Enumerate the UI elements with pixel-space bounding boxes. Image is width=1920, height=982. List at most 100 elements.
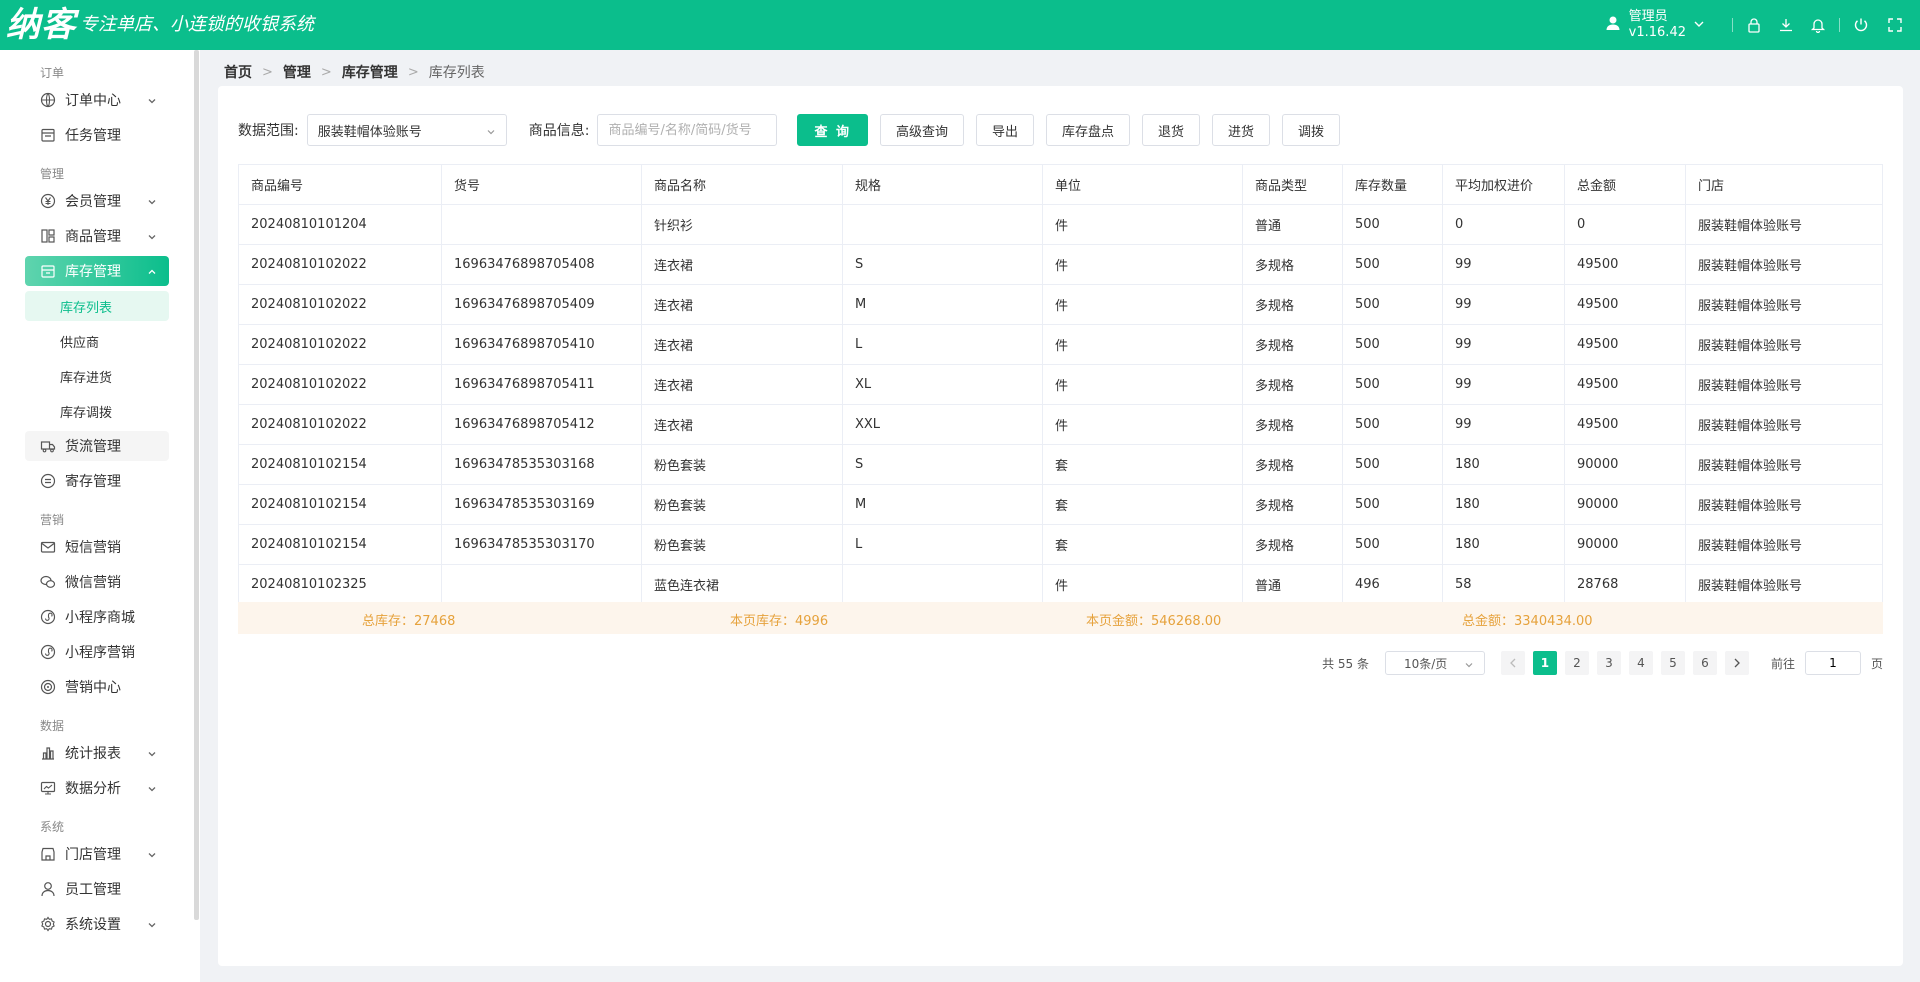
table-cell: 0 bbox=[1443, 205, 1565, 244]
chevron-down-icon bbox=[147, 782, 157, 798]
table-cell: XL bbox=[843, 365, 1043, 404]
download-icon[interactable] bbox=[1775, 14, 1797, 36]
page-button[interactable]: 5 bbox=[1660, 651, 1685, 675]
export-button[interactable]: 导出 bbox=[975, 114, 1034, 146]
lock-icon[interactable] bbox=[1743, 14, 1765, 36]
table-cell: 28768 bbox=[1565, 565, 1686, 604]
table-row[interactable]: 20240810102154 16963478535303169 粉色套装 M 套多规格… bbox=[239, 485, 1882, 525]
advanced-query-button[interactable]: 高级查询 bbox=[879, 114, 964, 146]
page-button[interactable]: 6 bbox=[1692, 651, 1717, 675]
sidebar-item-mini-mall[interactable]: 小程序商城 bbox=[25, 602, 169, 632]
breadcrumb: 首页 > 管理 > 库存管理 > 库存列表 bbox=[224, 62, 485, 82]
purchase-button[interactable]: 进货 bbox=[1212, 114, 1271, 146]
sidebar-item-wechat[interactable]: 微信营销 bbox=[25, 567, 169, 597]
table-cell: 99 bbox=[1443, 285, 1565, 324]
filter-bar: 数据范围: 服装鞋帽体验账号 商品信息: 查 询 高级查询 导出 库存盘点 退货… bbox=[238, 114, 1352, 146]
sidebar-item-settings[interactable]: 系统设置 bbox=[25, 909, 169, 939]
table-cell: 16963478535303170 bbox=[442, 525, 642, 564]
goods-info-input[interactable] bbox=[597, 114, 778, 146]
chevron-down-icon bbox=[147, 195, 157, 211]
table-row[interactable]: 20240810102154 16963478535303168 粉色套装 S 套多规格… bbox=[239, 445, 1882, 485]
table-cell: 服装鞋帽体验账号 bbox=[1698, 299, 1803, 314]
table-cell: 99 bbox=[1443, 325, 1565, 364]
table-row[interactable]: 20240810102022 16963476898705408 连衣裙 S 件多规格 5… bbox=[239, 245, 1882, 285]
table-cell: 件 bbox=[1043, 405, 1243, 444]
sidebar-item-store[interactable]: 门店管理 bbox=[25, 839, 169, 869]
table-cell: 服装鞋帽体验账号 bbox=[1698, 379, 1803, 394]
group-label-data: 数据 bbox=[40, 719, 65, 733]
sidebar-item-goods[interactable]: 商品管理 bbox=[25, 221, 169, 251]
header-divider bbox=[1732, 18, 1733, 32]
sidebar-item-label: 门店管理 bbox=[65, 847, 121, 863]
table-row[interactable]: 20240810102022 16963476898705411 连衣裙 XL 件多规格… bbox=[239, 365, 1882, 405]
table-cell: 服装鞋帽体验账号 bbox=[1698, 419, 1803, 434]
goto-page: 前往 页 bbox=[1771, 651, 1883, 675]
sidebar-item-sms[interactable]: 短信营销 bbox=[25, 532, 169, 562]
info-label: 商品信息: bbox=[528, 123, 590, 139]
table-cell: 180 bbox=[1443, 525, 1565, 564]
table-cell: 服装鞋帽体验账号 bbox=[1698, 339, 1803, 354]
prev-page-button[interactable] bbox=[1500, 651, 1525, 675]
logo-slogan: 专注单店、小连锁的收银系统 bbox=[80, 14, 314, 35]
transfer-button[interactable]: 调拨 bbox=[1282, 114, 1341, 146]
sidebar-item-member[interactable]: 会员管理 bbox=[25, 186, 169, 216]
range-select[interactable]: 服装鞋帽体验账号 bbox=[306, 114, 507, 146]
sidebar-item-label: 会员管理 bbox=[65, 194, 121, 210]
sidebar-item-order-center[interactable]: 订单中心 bbox=[25, 85, 169, 115]
page-size-select[interactable]: 10条/页 bbox=[1384, 651, 1485, 675]
page-button[interactable]: 1 bbox=[1532, 651, 1557, 675]
sidebar-subitem-stock-transfer[interactable]: 库存调拨 bbox=[25, 396, 169, 426]
table-cell: 件 bbox=[1043, 365, 1243, 404]
chevron-down-icon bbox=[147, 848, 157, 864]
table-cell: 16963478535303168 bbox=[442, 445, 642, 484]
sidebar-item-deposit[interactable]: 寄存管理 bbox=[25, 466, 169, 496]
sidebar-scrollbar[interactable] bbox=[194, 50, 199, 920]
top-header: 纳客 专注单店、小连锁的收银系统 管理员 v1.16.42 bbox=[0, 0, 1920, 50]
table-row[interactable]: 20240810102154 16963478535303170 粉色套装 L 套多规格… bbox=[239, 525, 1882, 565]
table-cell: 件 bbox=[1043, 565, 1243, 604]
table-cell: L bbox=[843, 325, 1043, 364]
table-cell: 58 bbox=[1443, 565, 1565, 604]
table-cell: 16963476898705408 bbox=[442, 245, 642, 284]
table-row[interactable]: 20240810102325 蓝色连衣裙 件普通 496 58 28768 服装鞋帽体验账号 bbox=[239, 565, 1882, 605]
power-icon[interactable] bbox=[1850, 14, 1872, 36]
page-button[interactable]: 4 bbox=[1628, 651, 1653, 675]
next-page-button[interactable] bbox=[1724, 651, 1749, 675]
user-menu[interactable]: 管理员 v1.16.42 bbox=[1605, 9, 1704, 41]
return-button[interactable]: 退货 bbox=[1142, 114, 1201, 146]
table-cell: 49500 bbox=[1565, 365, 1686, 404]
user-info: 管理员 v1.16.42 bbox=[1629, 9, 1686, 41]
sidebar-subitem-supplier[interactable]: 供应商 bbox=[25, 326, 169, 356]
sidebar-item-reports[interactable]: 统计报表 bbox=[25, 738, 169, 768]
table-cell: 服装鞋帽体验账号 bbox=[1698, 219, 1803, 234]
bell-icon[interactable] bbox=[1807, 14, 1829, 36]
sidebar-item-label: 货流管理 bbox=[65, 439, 121, 455]
chevron-down-icon bbox=[1464, 659, 1474, 673]
goto-page-input[interactable] bbox=[1804, 651, 1861, 675]
query-button[interactable]: 查 询 bbox=[797, 114, 868, 146]
sidebar-item-inventory[interactable]: 库存管理 bbox=[25, 256, 169, 286]
breadcrumb-inventory[interactable]: 库存管理 bbox=[342, 62, 398, 82]
table-row[interactable]: 20240810101204 针织衫件普通 500 0 0 服装鞋帽体验账号 bbox=[239, 205, 1882, 245]
miniapp-icon bbox=[39, 643, 57, 661]
sidebar-item-task[interactable]: 任务管理 bbox=[25, 120, 169, 150]
stocktake-button[interactable]: 库存盘点 bbox=[1046, 114, 1131, 146]
table-cell: 180 bbox=[1443, 445, 1565, 484]
sidebar-subitem-stock-purchase[interactable]: 库存进货 bbox=[25, 361, 169, 391]
sidebar-item-analysis[interactable]: 数据分析 bbox=[25, 773, 169, 803]
group-label-system: 系统 bbox=[40, 820, 65, 834]
breadcrumb-manage[interactable]: 管理 bbox=[283, 62, 311, 82]
sidebar-item-staff[interactable]: 员工管理 bbox=[25, 874, 169, 904]
page-button[interactable]: 2 bbox=[1564, 651, 1589, 675]
fullscreen-icon[interactable] bbox=[1884, 14, 1906, 36]
table-row[interactable]: 20240810102022 16963476898705412 连衣裙 XXL 件多规… bbox=[239, 405, 1882, 445]
sidebar-item-logistics[interactable]: 货流管理 bbox=[25, 431, 169, 461]
sidebar-item-mini-marketing[interactable]: 小程序营销 bbox=[25, 637, 169, 667]
sidebar-subitem-inventory-list[interactable]: 库存列表 bbox=[25, 291, 169, 321]
bar-chart-icon bbox=[39, 744, 57, 762]
table-row[interactable]: 20240810102022 16963476898705409 连衣裙 M 件多规格 5… bbox=[239, 285, 1882, 325]
page-button[interactable]: 3 bbox=[1596, 651, 1621, 675]
sidebar-item-marketing-center[interactable]: 营销中心 bbox=[25, 672, 169, 702]
breadcrumb-home[interactable]: 首页 bbox=[224, 62, 252, 82]
table-row[interactable]: 20240810102022 16963476898705410 连衣裙 L 件多规格 5… bbox=[239, 325, 1882, 365]
